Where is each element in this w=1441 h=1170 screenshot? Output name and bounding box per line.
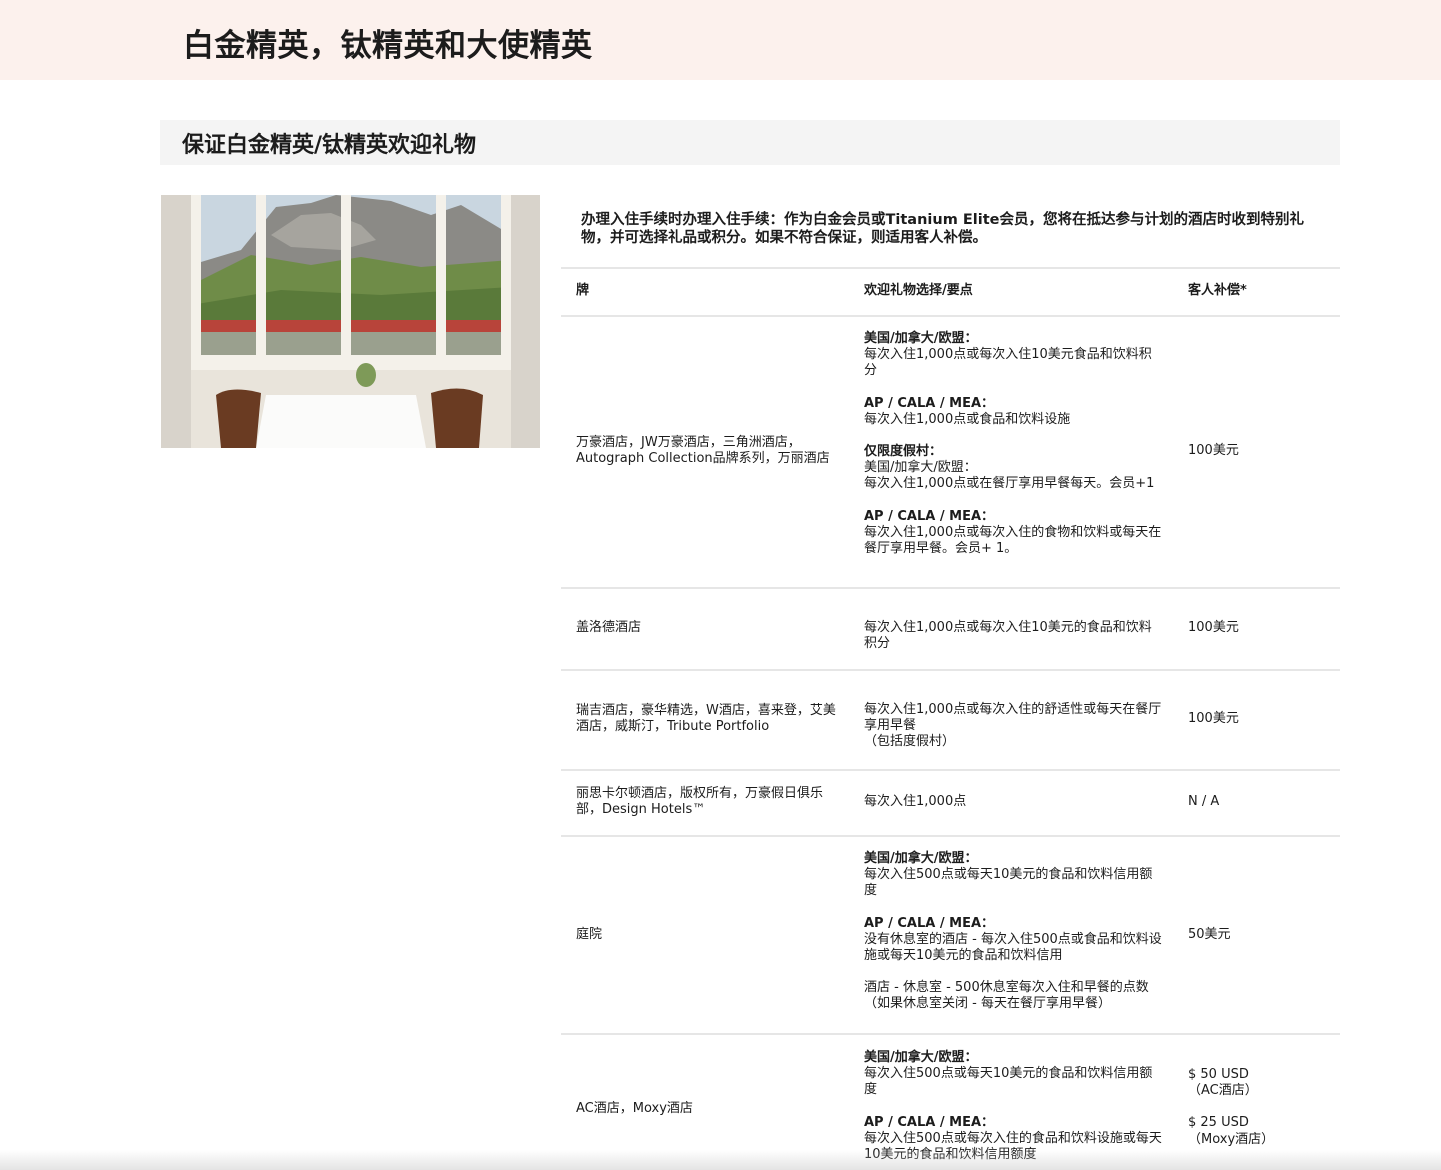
section-title: 保证白金精英/钛精英欢迎礼物 (182, 133, 477, 158)
table-row-compensation: 100美元 (1188, 711, 1239, 726)
top-banner: 白金精英，钛精英和大使精英 (0, 0, 1441, 80)
table-row-brand: 瑞吉酒店，豪华精选，W酒店，喜来登，艾美酒店，威斯汀，Tribute Portf… (576, 703, 836, 735)
table-row-gift: 每次入住1,000点或每次入住10美元的食品和饮料积分 (864, 620, 1162, 652)
gift-text: 每次入住1,000点或每次入住的舒适性或每天在餐厅享用早餐 （包括度假村） (864, 702, 1162, 750)
table-row-compensation: 100美元 (1188, 443, 1239, 458)
gift-text: 酒店 - 休息室 - 500休息室每次入住和早餐的点数（如果休息室关闭 - 每天… (864, 980, 1149, 1012)
region-label: AP / CALA / MEA： (864, 508, 995, 524)
gift-option: AP / CALA / MEA： 没有休息室的酒店 - 每次入住500点或食品和… (864, 916, 1162, 965)
table-divider (561, 769, 1340, 771)
table-row-gift: 美国/加拿大/欧盟： 每次入住500点或每天10美元的食品和饮料信用额度 AP … (864, 851, 1162, 1013)
column-header-compensation: 客人补偿* (1188, 283, 1247, 298)
gift-text: 每次入住500点或每天10美元的食品和饮料信用额度 (864, 867, 1153, 899)
region-label: 美国/加拿大/欧盟： (864, 851, 978, 866)
table-row-brand: AC酒店，Moxy酒店 (576, 1101, 693, 1116)
table-row-brand: 万豪酒店，JW万豪酒店，三角洲酒店，Autograph Collection品牌… (576, 435, 830, 467)
table-row-brand: 盖洛德酒店 (576, 620, 642, 635)
region-label: AP / CALA / MEA： (864, 1114, 995, 1130)
gift-text: 每次入住1,000点或食品和饮料设施 (864, 411, 1071, 427)
gift-text: 每次入住1,000点 (864, 794, 967, 809)
table-row-gift: 每次入住1,000点 (864, 794, 1162, 810)
gift-option: 美国/加拿大/欧盟： 每次入住1,000点或每次入住10美元食品和饮料积分 (864, 331, 1162, 380)
hotel-window-view-image (161, 195, 540, 448)
gift-text: 美国/加拿大/欧盟： 每次入住1,000点或在餐厅享用早餐每天。会员+1 (864, 460, 1155, 492)
gift-option: AP / CALA / MEA： 每次入住1,000点或食品和饮料设施 (864, 396, 1162, 428)
table-row-brand: 庭院 (576, 927, 603, 942)
gift-text: 每次入住1,000点或每次入住10美元食品和饮料积分 (864, 347, 1152, 379)
gift-option: 酒店 - 休息室 - 500休息室每次入住和早餐的点数（如果休息室关闭 - 每天… (864, 980, 1162, 1012)
table-divider (561, 315, 1340, 317)
table-divider (561, 835, 1340, 837)
gift-text: 每次入住1,000点或每次入住的食物和饮料或每天在餐厅享用早餐。会员+ 1。 (864, 524, 1162, 557)
table-row-gift: 美国/加拿大/欧盟： 每次入住500点或每天10美元的食品和饮料信用额度 AP … (864, 1050, 1162, 1163)
table-row-compensation: 50美元 (1188, 927, 1231, 942)
welcome-gift-intro: 办理入住手续时办理入住手续：作为白金会员或Titanium Elite会员，您将… (581, 212, 1304, 246)
column-header-brand: 牌 (576, 283, 590, 298)
section-header: 保证白金精英/钛精英欢迎礼物 (160, 120, 1340, 165)
compensation-moxy: $ 25 USD （Moxy酒店） (1188, 1115, 1275, 1147)
column-header-gift: 欢迎礼物选择/要点 (864, 283, 973, 298)
region-label: 美国/加拿大/欧盟： (864, 1050, 978, 1065)
table-row-compensation: $ 50 USD （AC酒店） $ 25 USD （Moxy酒店） (1188, 1067, 1328, 1148)
scroll-fade (0, 1150, 1441, 1170)
table-row-gift: 每次入住1,000点或每次入住的舒适性或每天在餐厅享用早餐 （包括度假村） (864, 702, 1162, 751)
gift-option: 美国/加拿大/欧盟： 每次入住500点或每天10美元的食品和饮料信用额度 (864, 1050, 1162, 1099)
region-label: AP / CALA / MEA： (864, 915, 995, 931)
gift-option: 美国/加拿大/欧盟： 每次入住500点或每天10美元的食品和饮料信用额度 (864, 851, 1162, 900)
gift-text: 每次入住1,000点或每次入住10美元的食品和饮料积分 (864, 620, 1152, 652)
gift-option: 仅限度假村： 美国/加拿大/欧盟： 每次入住1,000点或在餐厅享用早餐每天。会… (864, 444, 1162, 493)
region-label: 美国/加拿大/欧盟： (864, 331, 978, 346)
table-row-compensation: N / A (1188, 794, 1220, 809)
table-divider (561, 669, 1340, 671)
table-divider (561, 1033, 1340, 1035)
page-title: 白金精英，钛精英和大使精英 (183, 28, 593, 64)
table-row-brand: 丽思卡尔顿酒店，版权所有，万豪假日俱乐部，Design Hotels™ (576, 786, 824, 818)
region-label: AP / CALA / MEA： (864, 395, 995, 411)
region-label: 仅限度假村： (864, 444, 943, 460)
compensation-ac: $ 50 USD （AC酒店） (1188, 1067, 1258, 1099)
table-divider (561, 587, 1340, 589)
table-divider (561, 267, 1340, 269)
table-row-compensation: 100美元 (1188, 620, 1239, 635)
table-row-gift: 美国/加拿大/欧盟： 每次入住1,000点或每次入住10美元食品和饮料积分 AP… (864, 331, 1162, 557)
gift-text: 每次入住500点或每天10美元的食品和饮料信用额度 (864, 1066, 1153, 1098)
gift-text: 没有休息室的酒店 - 每次入住500点或食品和饮料设施或每天10美元的食品和饮料… (864, 931, 1162, 964)
gift-option: AP / CALA / MEA： 每次入住1,000点或每次入住的食物和饮料或每… (864, 509, 1162, 558)
